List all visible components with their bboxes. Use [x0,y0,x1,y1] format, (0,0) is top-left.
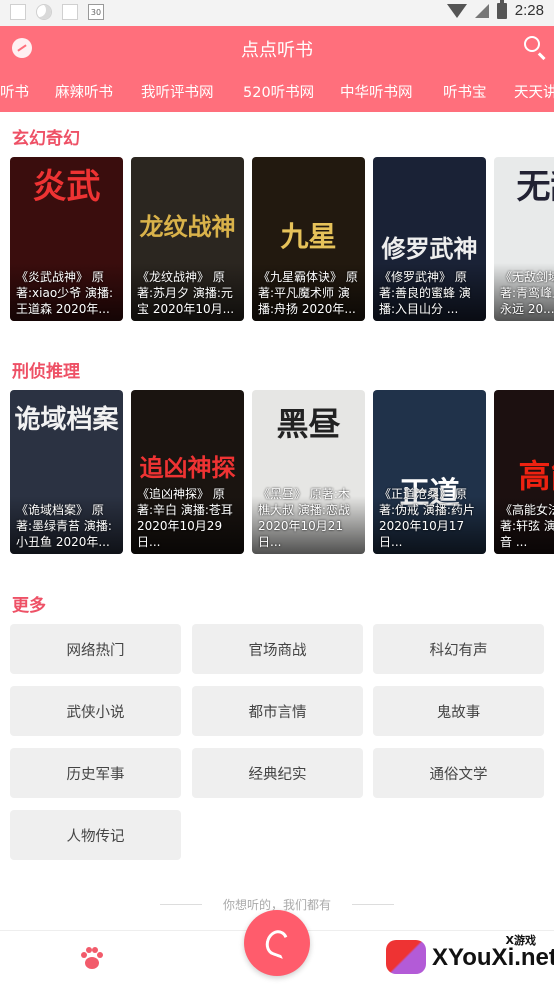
book-cover-text: 无敌 [516,167,554,207]
book-cover-text: 九星 [280,220,337,253]
book-cover-text: 诡域档案 [14,405,119,435]
book-caption: 《炎武战神》 原著:xiao少爷 演播:王道森 2020年... [16,270,114,316]
book-card[interactable]: 九星 《九星霸体诀》 原著:平凡魔术师 演播:舟扬 2020年... [252,157,365,321]
book-cover-text: 黑昼 [276,405,341,443]
category-button[interactable]: 都市言情 [192,686,363,736]
book-cover-text: 追凶神探 [139,454,236,482]
book-cover-text: 龙纹战神 [139,213,236,241]
category-button[interactable]: 经典纪实 [192,748,363,798]
tab-source[interactable]: 520听书网 [243,81,314,102]
tab-source[interactable]: 天天讲 [514,81,554,102]
category-button[interactable]: 网络热门 [10,624,181,674]
book-card[interactable]: 炎武 《炎武战神》 原著:xiao少爷 演播:王道森 2020年... [10,157,123,321]
status-bar: 30 2:28 [0,0,554,26]
battery-icon [496,0,507,19]
notification-icon [10,4,26,20]
watermark-logo: X游戏 XYouXi.net [382,930,554,980]
paw-icon[interactable] [78,944,106,972]
book-card[interactable]: 黑昼 《黑昼》 原著:木樵大叔 演播:恋战 2020年10月21日... [252,390,365,554]
player-button[interactable] [244,910,310,976]
category-button[interactable]: 历史军事 [10,748,181,798]
book-caption: 《正道沧桑》 原著:伪戒 演播:药片 2020年10月17日... [379,487,475,549]
divider [352,904,394,905]
book-caption: 《诡域档案》 原著:墨绿青苔 演播:小丑鱼 2020年... [16,503,112,549]
book-card[interactable]: 正道 《正道沧桑》 原著:伪戒 演播:药片 2020年10月17日... [373,390,486,554]
moon-icon [36,4,52,20]
section-title-more: 更多 [12,596,46,616]
tab-source[interactable]: 中华听书网 [340,81,413,102]
book-cover-text: 炎武 [32,167,101,207]
signal-icon [474,3,489,18]
category-button[interactable]: 鬼故事 [373,686,544,736]
calendar-icon: 30 [88,4,104,20]
status-icons-left: 30 [10,4,104,20]
book-row-detective: 诡域档案 《诡域档案》 原著:墨绿青苔 演播:小丑鱼 2020年... 追凶神探… [10,390,554,556]
search-icon[interactable] [524,36,540,52]
book-caption: 《龙纹战神》 原著:苏月夕 演播:元宝 2020年10月... [137,270,235,316]
book-caption: 《无敌剑域》 原著:青鸾峰上 演播:永远 20... [500,270,554,316]
book-caption: 《修罗武神》 原著:善良的蜜蜂 演播:入目山分 ... [379,270,471,316]
book-cover-text: 高能 [518,457,554,495]
gamepad-icon [386,940,426,974]
wifi-icon [446,3,467,18]
section-title-detective: 刑侦推理 [12,362,80,382]
book-caption: 《高能女法医》 原著:轩弦 演播:屿羌音 ... [500,503,554,549]
book-card[interactable]: 追凶神探 《追凶神探》 原著:辛白 演播:苍耳 2020年10月29日... [131,390,244,554]
book-card[interactable]: 无敌 《无敌剑域》 原著:青鸾峰上 演播:永远 20... [494,157,554,321]
source-tabs: 听书 麻辣听书 我听评书网 520听书网 中华听书网 听书宝 天天讲 [0,70,554,112]
notification-icon [62,4,78,20]
section-title-fantasy: 玄幻奇幻 [12,129,80,149]
book-caption: 《黑昼》 原著:木樵大叔 演播:恋战 2020年10月21日... [258,487,350,549]
tab-source[interactable]: 麻辣听书 [55,81,113,102]
book-card[interactable]: 高能 《高能女法医》 原著:轩弦 演播:屿羌音 ... [494,390,554,554]
app-title: 点点听书 [241,40,313,61]
book-caption: 《追凶神探》 原著:辛白 演播:苍耳 2020年10月29日... [137,487,233,549]
tab-source[interactable]: 听书 [0,81,29,102]
book-card[interactable]: 龙纹战神 《龙纹战神》 原著:苏月夕 演播:元宝 2020年10月... [131,157,244,321]
category-button[interactable]: 官场商战 [192,624,363,674]
status-time: 2:28 [514,2,544,19]
tab-source[interactable]: 我听评书网 [141,81,214,102]
book-card[interactable]: 诡域档案 《诡域档案》 原著:墨绿青苔 演播:小丑鱼 2020年... [10,390,123,554]
category-button[interactable]: 通俗文学 [373,748,544,798]
tab-source[interactable]: 听书宝 [443,81,487,102]
status-icons-right: 2:28 [446,0,544,19]
category-button[interactable]: 武侠小说 [10,686,181,736]
category-button[interactable]: 人物传记 [10,810,181,860]
app-bar: 点点听书 [0,26,554,70]
book-card[interactable]: 修罗武神 《修罗武神》 原著:善良的蜜蜂 演播:入目山分 ... [373,157,486,321]
watermark-text: XYouXi.net [432,944,554,971]
book-caption: 《九星霸体诀》 原著:平凡魔术师 演播:舟扬 2020年... [258,270,358,316]
book-row-fantasy: 炎武 《炎武战神》 原著:xiao少爷 演播:王道森 2020年... 龙纹战神… [10,157,554,323]
category-button[interactable]: 科幻有声 [373,624,544,674]
